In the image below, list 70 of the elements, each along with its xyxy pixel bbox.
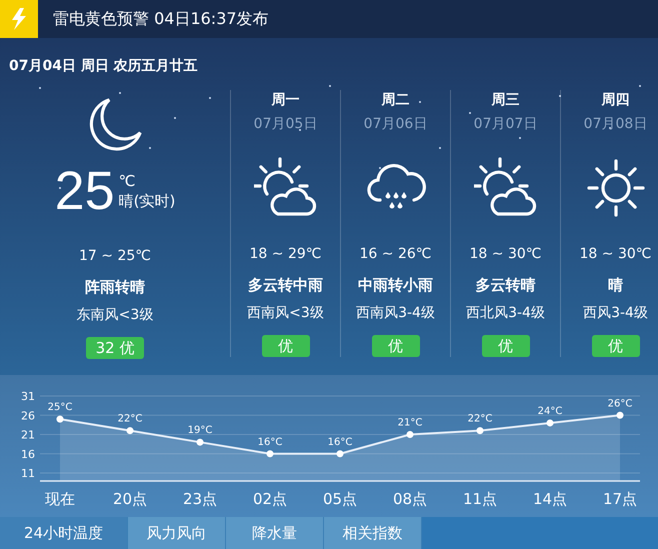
axis-tick-label: 17点: [602, 490, 638, 508]
axis-tick-label: 11点: [462, 490, 498, 508]
wind-label: 西北风3-4级: [466, 304, 545, 323]
data-point: [476, 427, 484, 434]
tab[interactable]: 24小时温度: [0, 517, 128, 549]
tab[interactable]: 降水量: [226, 517, 324, 549]
value-label: 16°C: [328, 436, 352, 448]
current-temperature: 25: [54, 164, 115, 218]
air-quality-badge: 优: [372, 335, 420, 357]
temperature-range: 18 ~ 30℃: [580, 245, 652, 264]
axis-tick-label: 08点: [392, 490, 428, 508]
data-point: [616, 412, 624, 419]
temperature-unit: ℃: [118, 171, 137, 191]
data-point: [196, 438, 204, 446]
weather-condition: 中雨转小雨: [358, 275, 433, 295]
axis-tick-label: 23点: [182, 490, 218, 508]
wind-label: 东南风<3级: [76, 306, 154, 325]
value-label: 22°C: [118, 414, 142, 425]
air-quality-badge: 32 优: [86, 337, 144, 359]
temperature-range: 18 ~ 29℃: [250, 245, 322, 264]
value-label: 16°C: [258, 436, 282, 448]
tab[interactable]: 风力风向: [128, 517, 226, 549]
axis-tick-label: 05点: [322, 490, 358, 508]
weather-condition: 阵雨转晴: [85, 277, 145, 297]
value-label: 21°C: [398, 418, 422, 428]
air-quality-badge: 优: [262, 335, 310, 357]
date-label: 07月07日: [474, 115, 538, 134]
data-point: [406, 431, 414, 438]
value-label: 25°C: [48, 402, 72, 414]
data-point: [336, 450, 344, 458]
axis-tick-label: 现在: [45, 490, 75, 508]
axis-tick-label: 31: [21, 390, 35, 403]
temperature-range: 17 ~ 25℃: [79, 247, 151, 266]
weather-condition: 多云转中雨: [248, 275, 323, 295]
weather-condition: 多云转晴: [476, 275, 536, 295]
date-line: 07月04日 周日 农历五月廿五: [8, 57, 199, 76]
air-quality-badge: 优: [482, 335, 530, 357]
tab[interactable]: 相关指数: [324, 517, 422, 549]
data-point: [266, 450, 274, 458]
axis-tick-label: 21: [21, 428, 35, 442]
air-quality-badge: 优: [592, 335, 640, 357]
data-point: [126, 427, 134, 434]
axis-tick-label: 16: [21, 448, 35, 461]
data-point: [56, 416, 64, 423]
temperature-range: 16 ~ 26℃: [360, 245, 432, 264]
value-label: 26°C: [608, 398, 632, 410]
data-point: [546, 419, 554, 426]
value-label: 19°C: [188, 425, 212, 436]
value-label: 22°C: [468, 414, 492, 425]
axis-tick-label: 20点: [112, 490, 148, 508]
value-label: 24°C: [538, 406, 562, 417]
current-condition: 晴(实时): [118, 191, 176, 211]
alert-text: 雷电黄色预警 04日16:37发布: [53, 8, 269, 30]
weekday-label: 周四: [602, 91, 630, 110]
date-label: 07月08日: [584, 115, 648, 134]
wind-label: 西南风3-4级: [356, 304, 435, 323]
axis-tick-label: 14点: [532, 490, 568, 508]
wind-label: 西南风<3级: [247, 304, 324, 323]
weekday-label: 周三: [492, 91, 520, 110]
lightning-icon: [10, 8, 28, 30]
weekday-label: 周二: [382, 91, 410, 110]
date-label: 07月06日: [364, 115, 428, 134]
weekday-label: 周一: [272, 91, 300, 110]
axis-tick-label: 02点: [252, 490, 288, 508]
wind-label: 西风3-4级: [583, 304, 648, 323]
axis-tick-label: 26: [21, 409, 35, 422]
temperature-range: 18 ~ 30℃: [470, 245, 542, 264]
axis-tick-label: 11: [21, 467, 35, 480]
date-label: 07月05日: [254, 115, 318, 134]
weather-condition: 晴: [608, 275, 623, 295]
